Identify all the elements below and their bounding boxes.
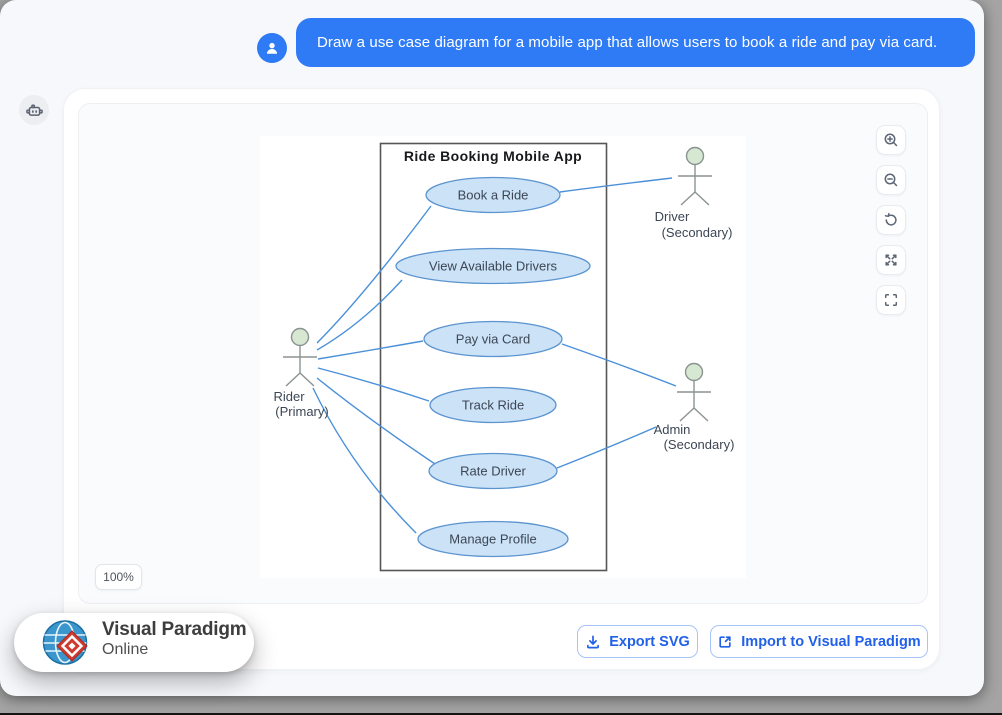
actor-role-label: (Secondary): [662, 225, 733, 240]
visual-paradigm-logo-icon: [28, 613, 106, 672]
actor-role-label: (Secondary): [664, 437, 735, 452]
brand-name: Visual Paradigm: [102, 620, 247, 640]
usecase-label: Rate Driver: [460, 464, 526, 479]
usecase-label: Pay via Card: [456, 332, 530, 347]
use-case-diagram: Ride Booking Mobile App Book a Ride View A…: [260, 136, 746, 578]
reset-view-icon: [883, 212, 899, 228]
usecase-label: Track Ride: [462, 398, 524, 413]
export-svg-button[interactable]: Export SVG: [577, 625, 698, 658]
actor-name-label: Rider: [273, 389, 305, 404]
import-to-visual-paradigm-button[interactable]: Import to Visual Paradigm: [710, 625, 928, 658]
actor-role-label: (Primary): [275, 404, 328, 419]
visual-paradigm-logo[interactable]: Visual Paradigm Online: [14, 613, 254, 672]
external-link-icon: [717, 634, 733, 650]
user-avatar: [257, 33, 287, 63]
expand-icon: [883, 252, 899, 268]
zoom-level-text: 100%: [103, 570, 134, 584]
actor-admin: [677, 364, 711, 422]
robot-icon: [26, 102, 43, 119]
reset-view-button[interactable]: [876, 205, 906, 235]
zoom-out-icon: [883, 172, 899, 188]
assistant-avatar: [19, 95, 49, 125]
user-message-text: Draw a use case diagram for a mobile app…: [317, 34, 937, 51]
zoom-out-button[interactable]: [876, 165, 906, 195]
zoom-in-icon: [883, 132, 899, 148]
use-case-diagram-svg: Ride Booking Mobile App Book a Ride View A…: [260, 136, 746, 578]
visual-paradigm-logo-text: Visual Paradigm Online: [102, 620, 247, 659]
expand-button[interactable]: [876, 245, 906, 275]
user-message-bubble: Draw a use case diagram for a mobile app…: [296, 18, 975, 67]
fullscreen-button[interactable]: [876, 285, 906, 315]
view-toolbar: [876, 125, 906, 325]
actor-name-label: Driver: [655, 209, 690, 224]
usecase-label: Manage Profile: [449, 532, 536, 547]
actor-name-label: Admin: [654, 422, 691, 437]
actor-driver: [678, 148, 712, 206]
usecase-label: Book a Ride: [458, 188, 529, 203]
actor-rider: [283, 329, 317, 387]
import-to-visual-paradigm-label: Import to Visual Paradigm: [741, 634, 920, 650]
download-icon: [585, 634, 601, 650]
usecase-label: View Available Drivers: [429, 259, 558, 274]
zoom-level-badge: 100%: [95, 564, 142, 590]
app-window: Draw a use case diagram for a mobile app…: [0, 0, 984, 696]
person-icon: [264, 40, 280, 56]
system-boundary-title: Ride Booking Mobile App: [404, 148, 582, 164]
brand-product: Online: [102, 642, 247, 659]
zoom-in-button[interactable]: [876, 125, 906, 155]
fullscreen-icon: [883, 292, 899, 308]
export-svg-label: Export SVG: [609, 634, 690, 650]
